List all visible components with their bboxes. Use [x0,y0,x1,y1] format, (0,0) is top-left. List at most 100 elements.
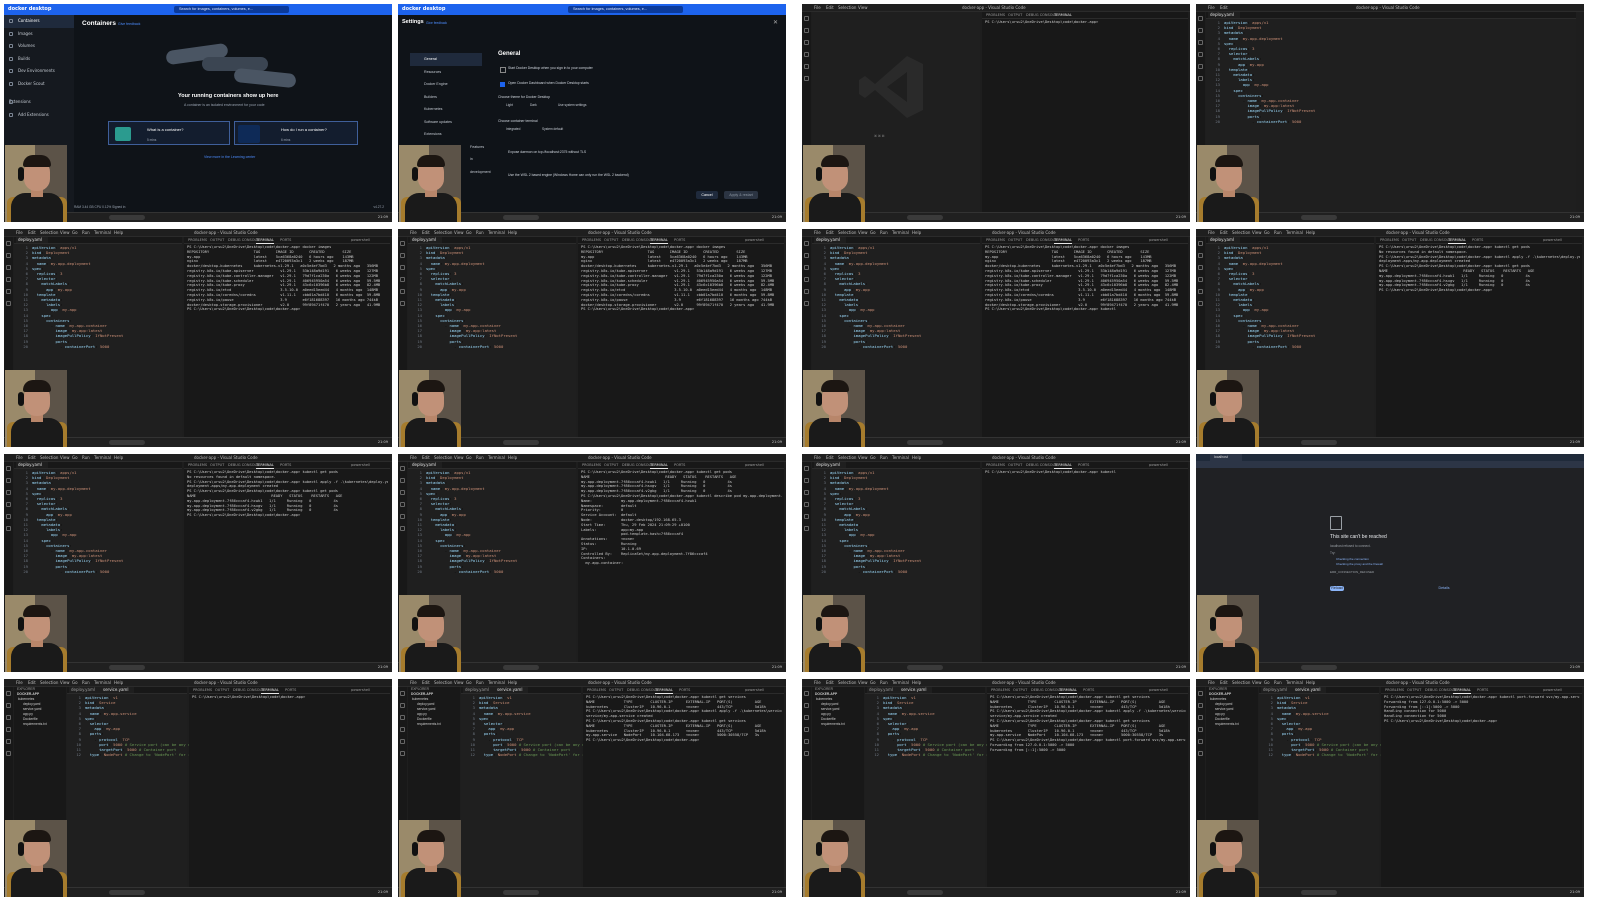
editor-tab-service[interactable]: service.yaml [101,687,135,693]
tab-terminal[interactable]: TERMINAL [650,462,668,469]
taskbar-search[interactable] [907,890,943,895]
menu-view[interactable]: View [454,679,464,686]
menu-run[interactable]: Run [82,229,90,236]
menu-selection[interactable]: Selection [838,679,856,686]
terminal-panel[interactable]: PROBLEMS OUTPUT DEBUG CONSOLE TERMINAL P… [189,687,390,888]
menu-help[interactable]: Help [508,229,517,236]
tab-output[interactable]: OUTPUT [609,687,623,693]
tab-ports[interactable]: PORTS [280,237,291,243]
taskbar-search[interactable] [109,890,145,895]
editor-tab-deploy[interactable]: deploy.yaml [867,687,899,693]
menu-edit[interactable]: Edit [28,679,36,686]
terminal-panel[interactable]: PROBLEMS OUTPUT DEBUG CONSOLE TERMINAL P… [184,462,390,663]
sidebar-item-dev-environments[interactable]: Dev Environments [4,65,74,78]
menu-terminal[interactable]: Terminal [488,454,505,461]
theme-system-radio[interactable]: Use system settings [558,103,587,107]
cancel-button[interactable]: Cancel [696,191,718,199]
menu-view[interactable]: View [60,454,70,461]
docker-search-input[interactable]: Search for images, containers, volumes, … [568,6,683,13]
taskbar-search[interactable] [503,215,539,220]
browser-tab[interactable]: localhost [1210,454,1242,461]
terminal-panel[interactable]: PROBLEMS OUTPUT DEBUG CONSOLE TERMINAL P… [578,462,784,663]
sidebar-item-containers[interactable]: Containers [4,15,74,28]
menu-terminal[interactable]: Terminal [1286,229,1303,236]
settings-menu-software-updates[interactable]: Software updates [410,116,482,129]
editor-tab-service[interactable]: service.yaml [1293,687,1327,693]
tab-terminal[interactable]: TERMINAL [1054,462,1072,469]
tab-ports[interactable]: PORTS [674,237,685,243]
terminal-tab[interactable]: TERMINAL [1054,12,1072,18]
apply-restart-button[interactable]: Apply & restart [724,191,758,199]
terminal-system-radio[interactable]: System default [542,127,563,131]
shell-label[interactable]: powershell [1149,237,1168,243]
settings-menu-extensions[interactable]: Extensions [410,128,482,141]
editor[interactable]: deploy.yaml service.yaml 1 apiVersion: v1 … [461,687,629,888]
tip-proxy[interactable]: Checking the proxy and the firewall [1336,562,1383,566]
menu-go[interactable]: Go [1264,679,1270,686]
tab-debug-console[interactable]: DEBUG CONSOLE [622,462,653,468]
tab-output[interactable]: OUTPUT [1402,237,1416,243]
menu-go[interactable]: Go [72,679,78,686]
tab-problems[interactable]: PROBLEMS [986,462,1005,468]
theme-dark-radio[interactable]: Dark [530,103,537,107]
close-icon[interactable]: ✕ [773,19,778,26]
learn-card-run-container[interactable]: How do I run a container? 6 mins [234,121,358,145]
menu-terminal[interactable]: Terminal [1286,679,1303,686]
menu-run[interactable]: Run [82,679,90,686]
menu-selection[interactable]: Selection [434,679,452,686]
tab-ports[interactable]: PORTS [674,462,685,468]
address-bar[interactable] [1196,461,1584,468]
editor-tab-deploy[interactable]: deploy.yaml [69,687,101,693]
tab-debug-console[interactable]: DEBUG CONSOLE [1420,237,1451,243]
editor-tab-deploy[interactable]: deploy.yaml [814,462,846,468]
menu-terminal[interactable]: Terminal [488,679,505,686]
editor[interactable]: deploy.yaml service.yaml 1 apiVersion: v1 … [67,687,235,888]
menu-view[interactable]: View [858,229,868,236]
menu-go[interactable]: Go [466,454,472,461]
menu-edit[interactable]: Edit [28,454,36,461]
menu-edit[interactable]: Edit [28,229,36,236]
learn-card-what-is-container[interactable]: What is a container? 5 mins [108,121,230,145]
menu-terminal[interactable]: Terminal [94,679,111,686]
menu-view[interactable]: View [60,229,70,236]
taskbar-search[interactable] [109,665,145,670]
editor-tab-deploy[interactable]: deploy.yaml [814,237,846,243]
menu-view[interactable]: View [858,679,868,686]
menu-go[interactable]: Go [870,229,876,236]
tab-problems[interactable]: PROBLEMS [193,687,212,693]
tab-output[interactable]: OUTPUT [210,462,224,468]
tab-output[interactable]: OUTPUT [604,237,618,243]
menu-run[interactable]: Run [880,229,888,236]
tab-ports[interactable]: PORTS [280,462,291,468]
menu-edit[interactable]: Edit [422,229,430,236]
tab-terminal[interactable]: TERMINAL [650,237,668,244]
menu-go[interactable]: Go [1264,229,1270,236]
tab-debug-console[interactable]: DEBUG CONSOLE [627,687,658,693]
terminal-panel[interactable]: PROBLEMS OUTPUT DEBUG CONSOLE TERMINAL P… [982,237,1188,438]
editor-tab-deploy[interactable]: deploy.yaml [1261,687,1293,693]
terminal-panel[interactable]: PROBLEMS OUTPUT DEBUG CONSOLE TERMINAL P… [184,237,390,438]
menu-go[interactable]: Go [466,679,472,686]
menu-go[interactable]: Go [466,229,472,236]
menu-edit[interactable]: Edit [422,454,430,461]
tab-terminal[interactable]: TERMINAL [1448,237,1466,244]
editor-tab-deploy[interactable]: deploy.yaml [410,462,442,468]
tab-ports[interactable]: PORTS [679,687,690,693]
give-feedback-link[interactable]: Give feedback [118,22,140,26]
menu-go[interactable]: Go [870,679,876,686]
shell-label[interactable]: powershell [745,687,764,693]
taskbar-search[interactable] [907,440,943,445]
terminal-panel[interactable]: PROBLEMS OUTPUT DEBUG CONSOLE TERMINAL P… [1381,687,1582,888]
menu-selection[interactable]: Selection [40,229,58,236]
tab-debug-console[interactable]: DEBUG CONSOLE [233,687,264,693]
explorer-file[interactable]: requirements.txt [408,722,460,727]
checkbox[interactable] [500,67,506,73]
tab-debug-console[interactable]: DEBUG CONSOLE [1026,237,1057,243]
terminal-panel[interactable]: PROBLEMS OUTPUT DEBUG CONSOLE TERMINAL P… [987,687,1188,888]
menu-help[interactable]: Help [114,679,123,686]
taskbar-search[interactable] [109,440,145,445]
tab-problems[interactable]: PROBLEMS [1380,237,1399,243]
tab-debug-console[interactable]: DEBUG CONSOLE [1031,687,1062,693]
tab-terminal[interactable]: TERMINAL [1059,687,1077,694]
tab-ports[interactable]: PORTS [1083,687,1094,693]
